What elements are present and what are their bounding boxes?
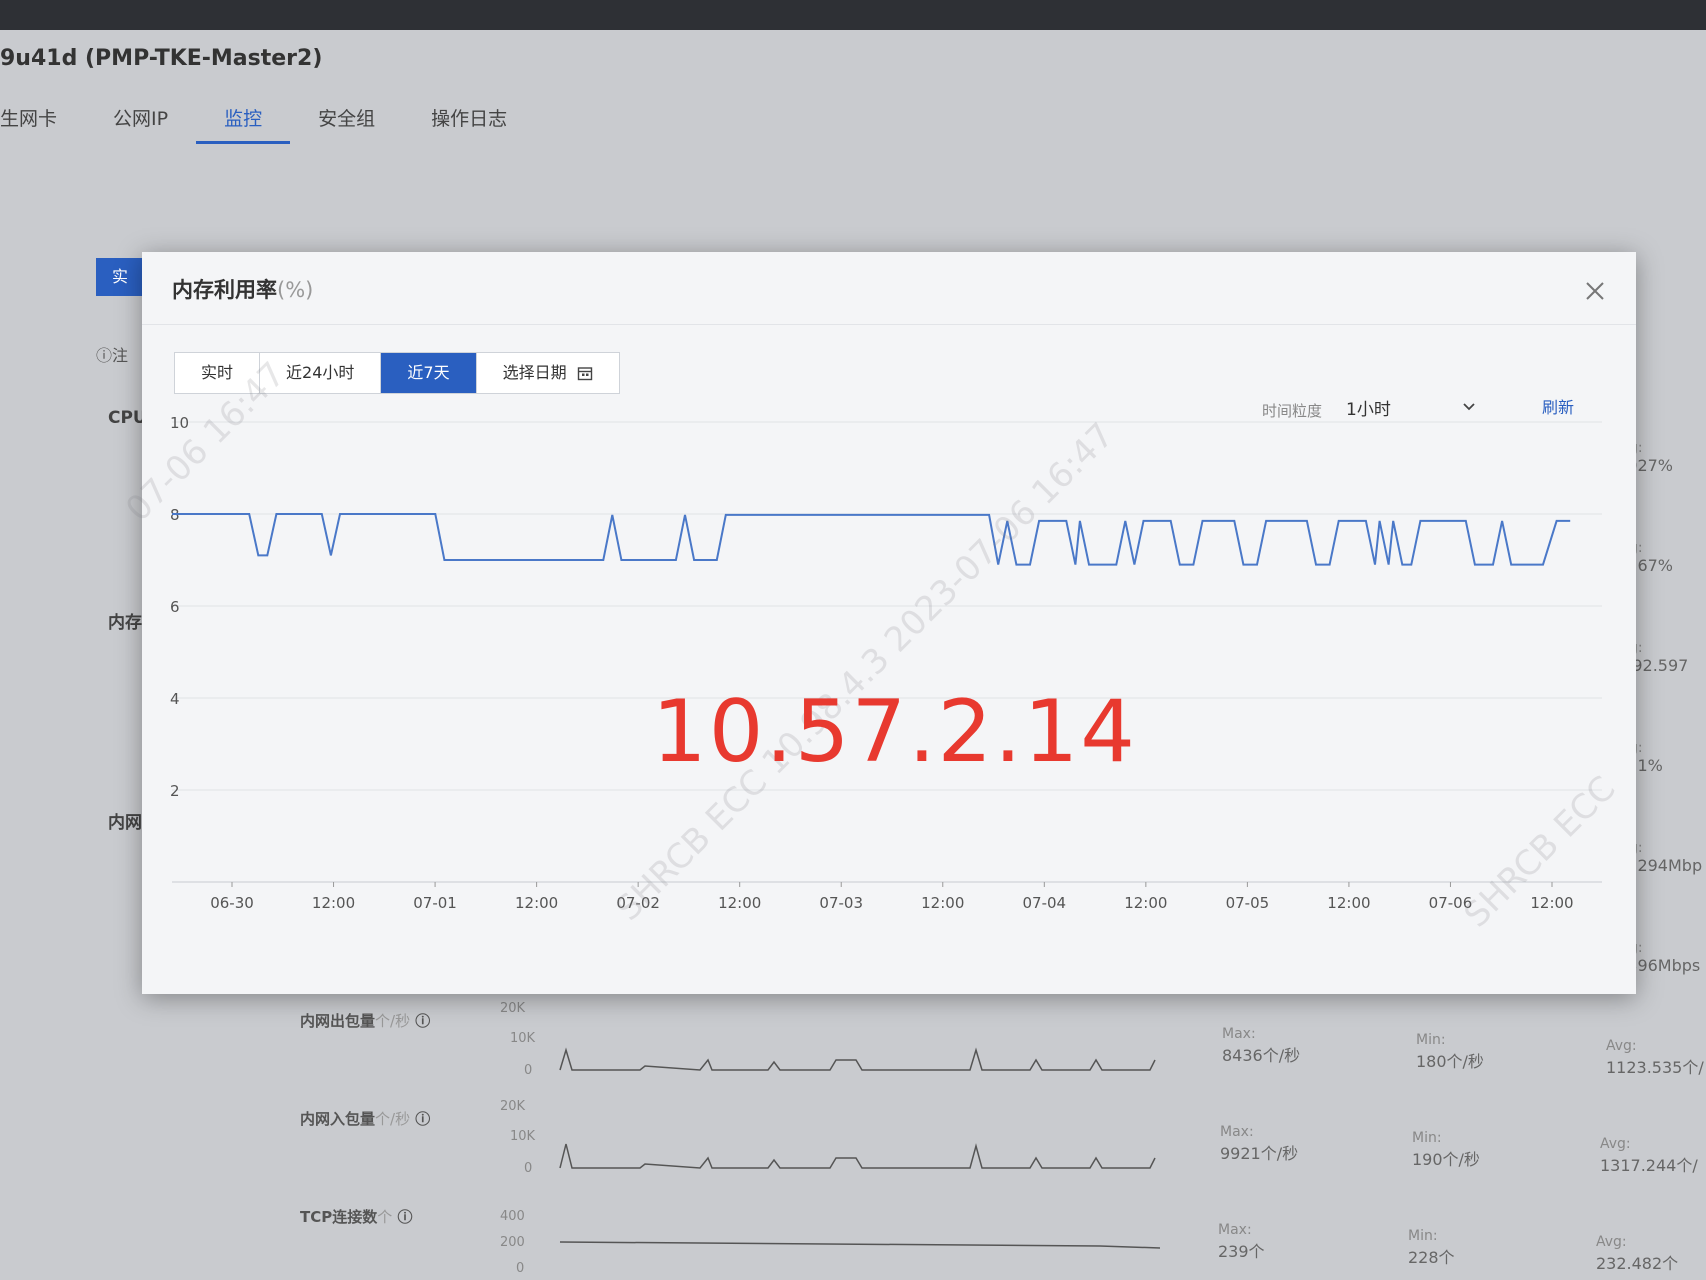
series-line-memory [172,513,1571,566]
tick-label: 0 [524,1161,532,1176]
range-7d-button[interactable]: 近7天 [381,353,477,393]
calendar-icon [577,367,592,381]
cpu-label: CPU [108,408,147,428]
x-tick-label: 12:00 [921,894,964,912]
max-stat: Max: 239个 [1218,1222,1265,1261]
x-tick-label: 12:00 [1327,894,1370,912]
tab-public-ip[interactable]: 公网IP [85,104,196,144]
x-tick-label: 07-05 [1226,894,1270,912]
mini-chart-in-packets: 20K 10K 0 [500,1100,1156,1176]
date-picker-label: 选择日期 [502,363,567,382]
y-tick-label: 2 [170,782,180,800]
tick-label: 10K [510,1031,536,1046]
avg-stat: Avg: 1317.244个/ [1600,1136,1698,1175]
tab-eni[interactable]: 生网卡 [0,104,85,144]
memory-usage-modal: 内存利用率(%) 实时 近24小时 近7天 选择日期 时间粒度 1小时 刷新 2… [118,252,1636,994]
avg-stat: Avg: 232.482个 [1596,1234,1679,1273]
tab-monitoring[interactable]: 监控 [196,104,291,144]
x-tick-label: 12:00 [515,894,558,912]
tick-label: 20K [500,1002,526,1016]
x-tick-label: 12:00 [1124,894,1167,912]
y-tick-label: 6 [170,598,180,616]
tab-operation-log[interactable]: 操作日志 [403,104,535,144]
min-stat: Min: 180个/秒 [1416,1032,1484,1071]
close-icon[interactable] [1584,280,1606,302]
x-tick-label: 12:00 [312,894,355,912]
metric-label: TCP连接数 [300,1208,378,1226]
tick-label: 0 [516,1261,524,1276]
modal-header: 内存利用率(%) [142,252,1636,325]
tick-label: 10K [510,1129,536,1144]
mini-chart-out-packets: 20K 10K 0 [500,1002,1156,1078]
page-title: 9u41d (PMP-TKE-Master2) [0,46,323,71]
memory-label: 内存 [108,613,142,633]
min-stat: Min: 190个/秒 [1412,1130,1480,1169]
y-tick-label: 4 [170,690,180,708]
avg-stat: Avg: 1123.535个/ [1606,1038,1704,1077]
tick-label: 400 [500,1209,525,1224]
date-picker-button[interactable]: 选择日期 [477,353,619,393]
note-text: ⓘ注 [96,346,129,365]
top-bar [0,0,1706,30]
overlay-ip-text: 10.57.2.14 [652,682,1138,782]
tick-label: 200 [500,1235,525,1250]
tick-label: 20K [500,1100,526,1114]
x-tick-label: 12:00 [1530,894,1573,912]
modal-title-unit: (%) [277,278,314,302]
x-tick-label: 07-04 [1023,894,1067,912]
mini-chart-tcp: 400 200 0 [500,1209,1161,1276]
x-tick-label: 07-03 [819,894,863,912]
modal-title: 内存利用率(%) [172,278,314,302]
metric-label: 内网出包量 [300,1012,376,1030]
y-tick-label: 10 [170,414,189,432]
x-tick-label: 07-01 [413,894,457,912]
realtime-button-bg[interactable]: 实 [96,258,144,296]
min-stat: Min: 228个 [1408,1228,1455,1267]
x-tick-label: 06-30 [210,894,254,912]
metric-label: 内网入包量 [300,1110,376,1128]
max-stat: Max: 9921个/秒 [1220,1124,1299,1163]
x-tick-label: 12:00 [718,894,761,912]
max-stat: Max: 8436个/秒 [1222,1026,1301,1065]
network-label: 内网 [108,813,142,833]
tab-bar: 生网卡 公网IP 监控 安全组 操作日志 [0,104,535,144]
tick-label: 0 [524,1063,532,1078]
tab-security-group[interactable]: 安全组 [290,104,403,144]
